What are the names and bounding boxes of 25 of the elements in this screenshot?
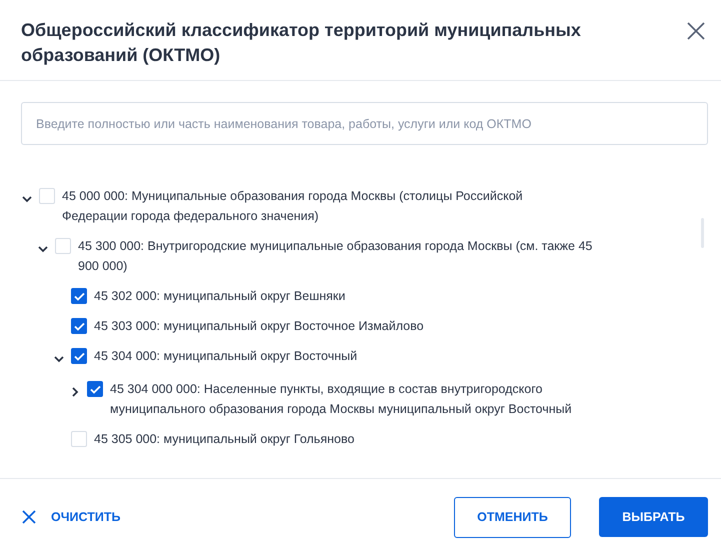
dialog-title: Общероссийский классификатор территорий муниципальных образований (ОКТМО) [21,19,582,67]
checkbox[interactable] [71,431,87,447]
tree-item-label: 45 303 000: муниципальный округ Восточное Измайлово [94,318,424,335]
checkbox[interactable] [71,348,87,364]
tree-item-label: 45 302 000: муниципальный округ Вешняки [94,288,346,305]
tree-item-label: 45 000 000: Муниципальные образования города Москвы (столицы Российской Федерации города федерального значения) [62,188,524,225]
checkbox[interactable] [71,288,87,304]
checkbox[interactable] [71,318,87,334]
checkbox[interactable] [55,238,71,254]
tree-item-label: 45 300 000: Внутригородские муниципальные образования города Москвы (см. также 45 900 000) [78,238,594,275]
checkmark-icon [90,384,100,394]
tree-item-label: 45 304 000 000: Населенные пункты, входящие в состав внутригородского муниципального образования города Москвы муниципальный округ Восточный [110,381,573,418]
cancel-button[interactable]: ОТМЕНИТЬ [454,496,571,538]
checkbox[interactable] [39,188,55,204]
tree-item-label: 45 304 000: муниципальный округ Восточный [94,348,358,365]
checkmark-icon [74,292,84,300]
checkmark-icon [74,352,84,360]
close-icon[interactable] [685,20,707,42]
checkbox[interactable] [87,381,103,397]
checkmark-icon [74,322,84,330]
select-button[interactable]: ВЫБРАТЬ [599,497,708,537]
close-icon [21,509,37,525]
tree-item-label: 45 305 000: муниципальный округ Гольяново [94,431,354,448]
clear-button[interactable]: ОЧИСТИТЬ [21,509,120,525]
search-field[interactable]: Введите полностью или часть наименования товара, работы, услуги или код ОКТМО [21,102,708,145]
